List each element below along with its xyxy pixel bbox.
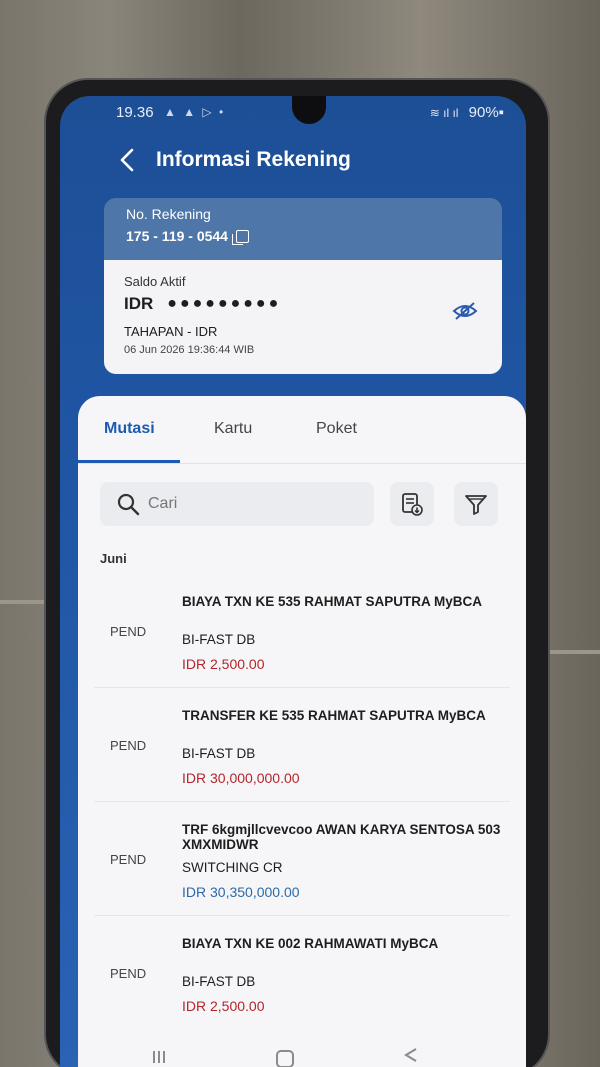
balance-section: Saldo Aktif IDR ●●●●●●●●● TAHAPAN - IDR … (104, 260, 502, 374)
tab-poket[interactable]: Poket (316, 420, 357, 438)
transaction-type: SWITCHING CR (182, 860, 283, 875)
transaction-row[interactable]: PEND BIAYA TXN KE 535 RAHMAT SAPUTRA MyB… (94, 574, 510, 688)
back-icon[interactable] (404, 1048, 418, 1062)
account-type: TAHAPAN - IDR (124, 324, 218, 339)
filter-icon (465, 495, 487, 515)
month-header: Juni (100, 551, 127, 566)
transaction-description: BIAYA TXN KE 002 RAHMAWATI MyBCA (182, 936, 439, 951)
transaction-status: PEND (110, 738, 147, 753)
account-number-label: No. Rekening (126, 206, 211, 222)
search-input[interactable] (148, 492, 358, 516)
balance-timestamp: 06 Jun 2026 19:36:44 WIB (124, 344, 255, 356)
transaction-status: PEND (110, 624, 147, 639)
transaction-amount: IDR 2,500.00 (182, 998, 265, 1014)
status-time: 19.36 (116, 104, 154, 121)
page-title: Informasi Rekening (156, 148, 351, 171)
filter-button[interactable] (454, 482, 498, 526)
account-card: No. Rekening 175 - 119 - 0544 Saldo Akti… (104, 198, 502, 374)
camera-notch (292, 96, 326, 124)
search-box[interactable] (100, 482, 374, 526)
balance-row: IDR ●●●●●●●●● (124, 294, 482, 314)
recent-apps-icon[interactable] (152, 1050, 166, 1064)
app-header: Informasi Rekening (60, 140, 526, 184)
transaction-list: PEND BIAYA TXN KE 535 RAHMAT SAPUTRA MyB… (78, 574, 526, 1030)
document-download-icon (402, 493, 423, 516)
notification-icons: ▲ ▲ ▷ • (164, 105, 226, 119)
copy-icon[interactable] (231, 229, 249, 245)
transaction-status: PEND (110, 852, 147, 867)
tab-mutasi[interactable]: Mutasi (104, 420, 155, 438)
status-bar: 19.36 ▲ ▲ ▷ • ≋ ıl ıl 90%▪ (60, 96, 526, 130)
transaction-description: TRANSFER KE 535 RAHMAT SAPUTRA MyBCA (182, 708, 486, 723)
status-right: ≋ ıl ıl 90%▪ (430, 104, 504, 121)
balance-currency: IDR (124, 294, 154, 313)
signal-icon: ≋ ıl ıl (429, 106, 459, 120)
transaction-description: BIAYA TXN KE 535 RAHMAT SAPUTRA MyBCA (182, 594, 483, 609)
transaction-type: BI-FAST DB (182, 746, 256, 761)
chevron-left-icon[interactable] (116, 146, 140, 174)
transaction-amount: IDR 2,500.00 (182, 656, 265, 672)
account-number-section: No. Rekening 175 - 119 - 0544 (104, 198, 502, 260)
transaction-row[interactable]: PEND BIAYA TXN KE 002 RAHMAWATI MyBCA BI… (94, 916, 510, 1030)
floor-tile-seam (0, 600, 50, 604)
transaction-type: BI-FAST DB (182, 974, 256, 989)
account-number: 175 - 119 - 0544 (126, 228, 228, 244)
tab-bar: Mutasi Kartu Poket (78, 396, 526, 464)
download-statement-button[interactable] (390, 482, 434, 526)
transaction-row[interactable]: PEND TRF 6kgmjllcvevcoo AWAN KARYA SENTO… (94, 802, 510, 916)
home-icon[interactable] (276, 1050, 294, 1067)
transaction-amount: IDR 30,350,000.00 (182, 884, 300, 900)
battery-level: 90%▪ (468, 104, 504, 121)
transactions-sheet: Mutasi Kartu Poket Cari Juni PEND BIAYA … (78, 396, 526, 1067)
balance-hidden: ●●●●●●●●● (167, 295, 282, 312)
account-number-row: 175 - 119 - 0544 (126, 228, 480, 245)
transaction-status: PEND (110, 966, 147, 981)
balance-label: Saldo Aktif (124, 274, 186, 289)
floor-tile-seam (550, 650, 600, 654)
system-nav-bar (60, 1044, 526, 1067)
transaction-row[interactable]: PEND TRANSFER KE 535 RAHMAT SAPUTRA MyBC… (94, 688, 510, 802)
active-tab-indicator (78, 460, 180, 463)
phone-screen: 19.36 ▲ ▲ ▷ • ≋ ıl ıl 90%▪ Informasi Rek… (60, 96, 526, 1067)
transaction-description: TRF 6kgmjllcvevcoo AWAN KARYA SENTOSA 50… (182, 822, 501, 852)
search-icon (117, 493, 140, 516)
transaction-amount: IDR 30,000,000.00 (182, 770, 300, 786)
transaction-type: BI-FAST DB (182, 632, 256, 647)
eye-off-icon[interactable] (452, 302, 478, 320)
tab-kartu[interactable]: Kartu (214, 420, 252, 438)
